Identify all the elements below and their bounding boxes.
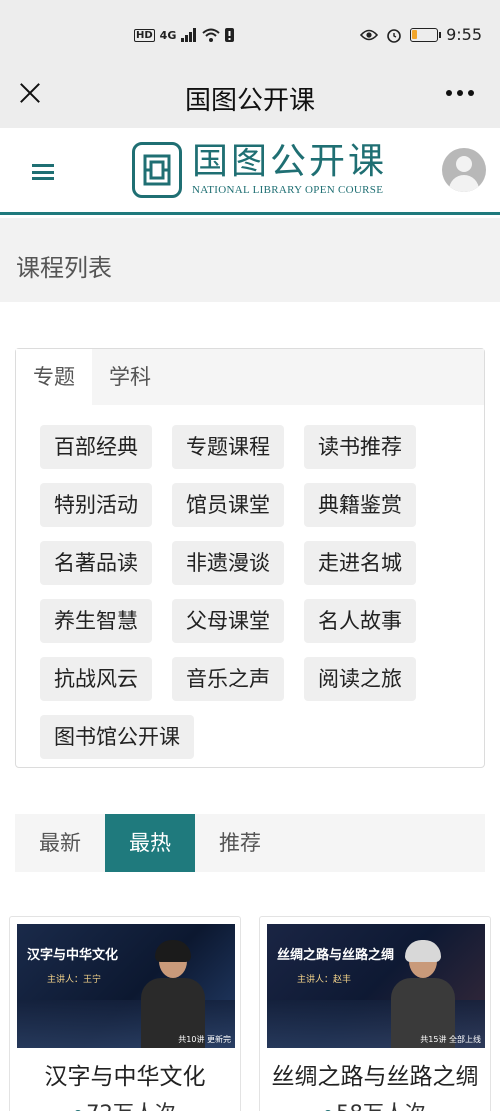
tag-item[interactable]: 馆员课堂 xyxy=(172,483,284,527)
user-avatar[interactable] xyxy=(442,148,486,192)
alarm-icon xyxy=(387,28,401,43)
speaker-figure xyxy=(141,940,205,1048)
tag-item[interactable]: 养生智慧 xyxy=(40,599,152,643)
tag-item[interactable]: 非遗漫谈 xyxy=(172,541,284,585)
signal-icon xyxy=(181,28,197,42)
thumbnail-title: 汉字与中华文化 xyxy=(27,948,119,963)
course-card[interactable]: 丝绸之路与丝路之绸 主讲人：赵丰 共15讲 全部上线 丝绸之路与丝路之绸 58万… xyxy=(259,916,491,1111)
course-views: 58万人次 xyxy=(260,1097,490,1111)
topic-panel: 专题 学科 百部经典 专题课程 读书推荐 特别活动 馆员课堂 典籍鉴赏 名著品读… xyxy=(15,348,485,768)
tag-item[interactable]: 典籍鉴赏 xyxy=(304,483,416,527)
course-thumbnail[interactable]: 丝绸之路与丝路之绸 主讲人：赵丰 共15讲 全部上线 xyxy=(267,924,485,1048)
topic-tab-bar: 专题 学科 xyxy=(16,349,484,406)
tag-item[interactable]: 百部经典 xyxy=(40,425,152,469)
tag-item[interactable]: 走进名城 xyxy=(304,541,416,585)
system-indicators: 9:55 xyxy=(360,25,482,44)
tag-item[interactable]: 抗战风云 xyxy=(40,657,152,701)
alert-icon xyxy=(225,28,235,42)
more-icon[interactable] xyxy=(446,90,474,96)
thumbnail-badge: 共10讲 更新完 xyxy=(178,1035,231,1044)
tab-latest[interactable]: 最新 xyxy=(15,814,105,872)
menu-icon[interactable] xyxy=(32,164,54,180)
course-title[interactable]: 汉字与中华文化 xyxy=(10,1057,240,1091)
course-card[interactable]: 汉字与中华文化 主讲人：王宁 共10讲 更新完 汉字与中华文化 72万人次 xyxy=(9,916,241,1111)
tag-item[interactable]: 专题课程 xyxy=(172,425,284,469)
network-indicators: HD 4G xyxy=(134,28,235,42)
battery-icon xyxy=(410,27,442,42)
library-seal-icon xyxy=(132,142,182,198)
wifi-icon xyxy=(202,28,221,42)
logo-english-text: NATIONAL LIBRARY OPEN COURSE xyxy=(192,184,384,196)
thumbnail-lecturer: 主讲人：王宁 xyxy=(47,975,102,985)
tag-item[interactable]: 读书推荐 xyxy=(304,425,416,469)
tab-subjects[interactable]: 学科 xyxy=(92,349,168,406)
course-views: 72万人次 xyxy=(10,1097,240,1111)
logo-chinese-text: 国图公开课 xyxy=(192,141,388,182)
tag-item[interactable]: 阅读之旅 xyxy=(304,657,416,701)
thumbnail-lecturer: 主讲人：赵丰 xyxy=(297,975,352,985)
eye-icon xyxy=(360,29,379,40)
tag-item[interactable]: 特别活动 xyxy=(40,483,152,527)
hd-badge: HD xyxy=(134,28,155,42)
thumbnail-badge: 共15讲 全部上线 xyxy=(420,1035,481,1044)
tag-item[interactable]: 图书馆公开课 xyxy=(40,715,194,759)
page-title: 课程列表 xyxy=(16,254,112,282)
tab-topics[interactable]: 专题 xyxy=(16,349,92,406)
course-thumbnail[interactable]: 汉字与中华文化 主讲人：王宁 共10讲 更新完 xyxy=(17,924,235,1048)
app-title: 国图公开课 xyxy=(184,86,315,116)
tag-item[interactable]: 音乐之声 xyxy=(172,657,284,701)
course-list-header: 课程列表 xyxy=(0,218,500,302)
status-bar: HD 4G 9:55 xyxy=(0,0,500,72)
app-nav-bar: 国图公开课 xyxy=(0,72,500,128)
course-title[interactable]: 丝绸之路与丝路之绸 xyxy=(260,1057,490,1091)
sort-tab-bar: 最新 最热 推荐 xyxy=(15,814,485,872)
network-type: 4G xyxy=(159,28,177,42)
site-logo[interactable]: 国图公开课 NATIONAL LIBRARY OPEN COURSE xyxy=(132,142,387,198)
speaker-figure xyxy=(391,940,455,1048)
thumbnail-title: 丝绸之路与丝路之绸 xyxy=(277,948,395,963)
tab-hottest[interactable]: 最热 xyxy=(105,814,195,872)
views-count: 72万人次 xyxy=(86,1101,176,1111)
tag-item[interactable]: 名人故事 xyxy=(304,599,416,643)
site-header: 国图公开课 NATIONAL LIBRARY OPEN COURSE xyxy=(0,128,500,215)
battery-level xyxy=(412,29,418,39)
views-count: 58万人次 xyxy=(336,1101,426,1111)
tag-item[interactable]: 父母课堂 xyxy=(172,599,284,643)
clock: 9:55 xyxy=(446,25,482,44)
tab-recommended[interactable]: 推荐 xyxy=(195,814,285,872)
tag-item[interactable]: 名著品读 xyxy=(40,541,152,585)
